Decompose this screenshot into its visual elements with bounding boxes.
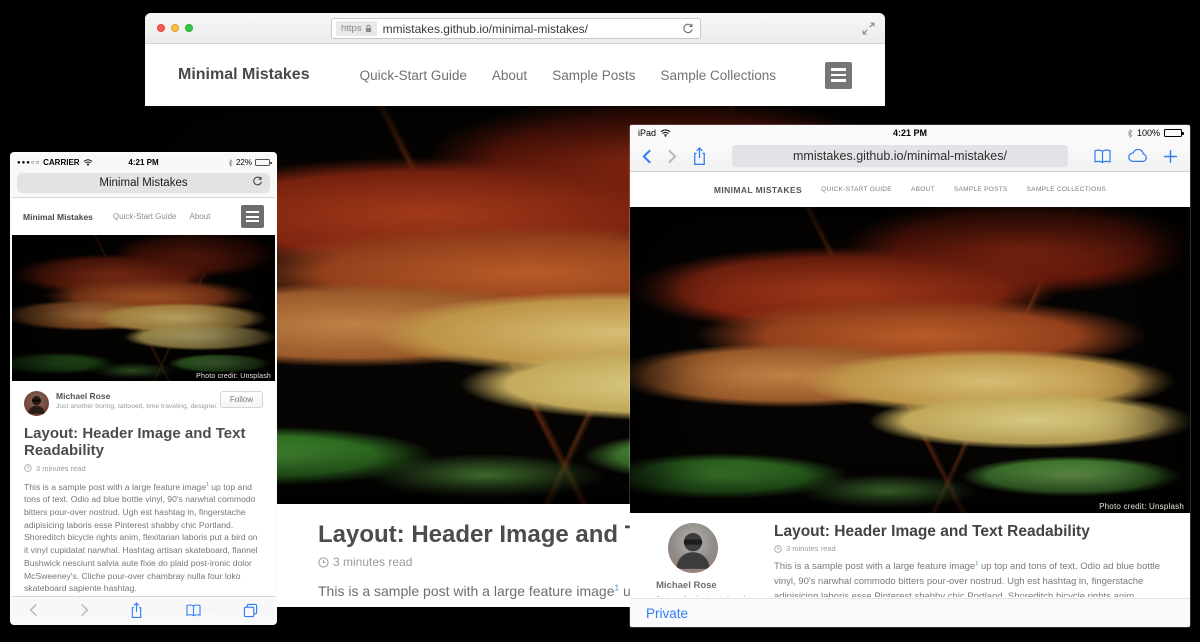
nav-item-quick-start[interactable]: Quick-Start Guide — [113, 212, 177, 221]
share-icon[interactable] — [130, 602, 143, 619]
ipad-battery-percent: 100% — [1137, 128, 1160, 138]
nav-item-sample-posts[interactable]: Sample Posts — [552, 68, 635, 83]
forward-icon[interactable] — [80, 603, 89, 617]
nav-item-sample-posts[interactable]: Sample Posts — [954, 186, 1008, 193]
url-text: mmistakes.github.io/minimal-mistakes/ — [383, 22, 588, 36]
https-label: https — [341, 23, 362, 34]
site-title[interactable]: Minimal Mistakes — [23, 212, 93, 222]
minimize-window-button[interactable] — [171, 24, 179, 32]
author-bio: Just another boring, tattooed, time trav… — [56, 403, 218, 410]
reload-icon[interactable] — [252, 176, 263, 187]
article-ipad: Michael Rose Just another boring, tattoo… — [630, 513, 1190, 597]
photo-credit-label: Photo credit: Unsplash — [192, 372, 275, 381]
iphone-battery-percent: 22% — [236, 158, 252, 167]
battery-icon — [255, 159, 270, 166]
reload-icon[interactable] — [682, 23, 694, 35]
nav-item-quick-start[interactable]: Quick-Start Guide — [360, 68, 467, 83]
back-icon[interactable] — [642, 149, 652, 164]
author-name: Michael Rose — [656, 580, 774, 591]
nav-links: Quick-Start Guide About Sample Posts Sam… — [360, 68, 776, 83]
ipad-safari-toolbar: mmistakes.github.io/minimal-mistakes/ — [630, 141, 1190, 172]
private-browsing-button[interactable]: Private — [646, 606, 688, 621]
author-row: Michael Rose Just another boring, tattoo… — [24, 391, 263, 416]
author-bio: Just another boring, tattooed, — [656, 596, 774, 597]
ipad-status-bar: iPad 4:21 PM 100% — [630, 125, 1190, 141]
read-time-label: 3 minutes read — [333, 555, 412, 569]
browser-chrome-bar: https mmistakes.github.io/minimal-mistak… — [145, 13, 885, 44]
paragraph-text: This is a sample post with a large featu… — [774, 561, 975, 572]
header-image-leaves: Photo credit: Unsplash — [630, 207, 1190, 513]
fullscreen-resize-icon[interactable] — [862, 22, 875, 35]
zoom-window-button[interactable] — [185, 24, 193, 32]
clock-icon — [24, 464, 32, 472]
new-tab-icon[interactable] — [1163, 149, 1178, 164]
nav-item-about[interactable]: About — [190, 212, 211, 221]
ipad-site-navigation: Minimal Mistakes Quick-Start Guide About… — [630, 172, 1190, 207]
bluetooth-icon — [1127, 129, 1133, 138]
icloud-tabs-icon[interactable] — [1127, 149, 1148, 163]
bookmarks-icon[interactable] — [1093, 149, 1112, 164]
ipad-safari-window: iPad 4:21 PM 100% — [630, 125, 1190, 627]
nav-item-sample-collections[interactable]: Sample Collections — [1027, 186, 1106, 193]
post-paragraph: This is a sample post with a large featu… — [24, 481, 263, 595]
back-icon[interactable] — [29, 603, 38, 617]
author-avatar — [24, 391, 49, 416]
iphone-site-navigation: Minimal Mistakes Quick-Start Guide About — [12, 198, 275, 235]
post-title: Layout: Header Image and Text Readabilit… — [774, 523, 1162, 541]
nav-item-about[interactable]: About — [492, 68, 527, 83]
follow-button[interactable]: Follow — [220, 391, 263, 408]
photo-credit-label: Photo credit: Unsplash — [1093, 500, 1190, 513]
menu-toggle-button[interactable] — [241, 205, 264, 228]
author-sidebar: Michael Rose Just another boring, tattoo… — [656, 523, 774, 597]
bluetooth-icon — [228, 159, 233, 167]
post-paragraph: This is a sample post with a large featu… — [774, 560, 1162, 597]
iphone-status-bar: ●●●○○ CARRIER 4:21 PM 22% — [12, 154, 275, 171]
https-badge: https — [336, 21, 377, 36]
iphone-safari-toolbar — [12, 596, 275, 623]
read-time-label: 3 minutes read — [786, 544, 836, 553]
forward-icon[interactable] — [667, 149, 677, 164]
nav-item-quick-start[interactable]: Quick-Start Guide — [821, 186, 892, 193]
clock-icon — [774, 545, 782, 553]
private-browsing-bar: Private — [630, 598, 1190, 627]
site-title[interactable]: Minimal Mistakes — [714, 185, 802, 195]
iphone-address-bar[interactable]: Minimal Mistakes — [17, 173, 270, 193]
paragraph-text: This is a sample post with a large featu… — [318, 583, 614, 599]
clock-icon — [318, 557, 329, 568]
author-avatar — [668, 523, 718, 573]
share-icon[interactable] — [692, 147, 707, 166]
post-meta: 3 minutes read — [24, 464, 263, 473]
url-field-text: Minimal Mistakes — [99, 177, 187, 189]
bookmarks-icon[interactable] — [185, 604, 202, 617]
read-time-label: 3 minutes read — [36, 464, 86, 473]
post-title: Layout: Header Image and Text Readabilit… — [24, 425, 263, 460]
author-name: Michael Rose — [56, 391, 218, 401]
address-bar[interactable]: https mmistakes.github.io/minimal-mistak… — [331, 18, 701, 39]
nav-item-sample-collections[interactable]: Sample Collections — [660, 68, 776, 83]
iphone-url-row: Minimal Mistakes — [12, 171, 275, 198]
site-navigation: Minimal Mistakes Quick-Start Guide About… — [145, 44, 885, 106]
ipad-address-bar[interactable]: mmistakes.github.io/minimal-mistakes/ — [732, 145, 1068, 167]
paragraph-text: up top and tons of text. Odio ad blue bo… — [24, 482, 258, 594]
nav-item-about[interactable]: About — [911, 186, 935, 193]
composite-background: https mmistakes.github.io/minimal-mistak… — [0, 0, 1200, 642]
header-image-leaves: Photo credit: Unsplash — [12, 235, 275, 381]
lock-icon — [365, 24, 372, 33]
menu-toggle-button[interactable] — [825, 62, 852, 89]
paragraph-text: This is a sample post with a large featu… — [24, 482, 206, 492]
ipad-clock: 4:21 PM — [630, 128, 1190, 138]
site-title[interactable]: Minimal Mistakes — [178, 66, 310, 84]
iphone-safari-window: ●●●○○ CARRIER 4:21 PM 22% Minimal Mistak… — [10, 152, 277, 625]
tabs-icon[interactable] — [243, 603, 258, 618]
window-controls — [157, 24, 193, 32]
battery-icon — [1164, 129, 1182, 137]
article-iphone: Michael Rose Just another boring, tattoo… — [12, 381, 275, 613]
close-window-button[interactable] — [157, 24, 165, 32]
post-meta: 3 minutes read — [774, 544, 1162, 553]
